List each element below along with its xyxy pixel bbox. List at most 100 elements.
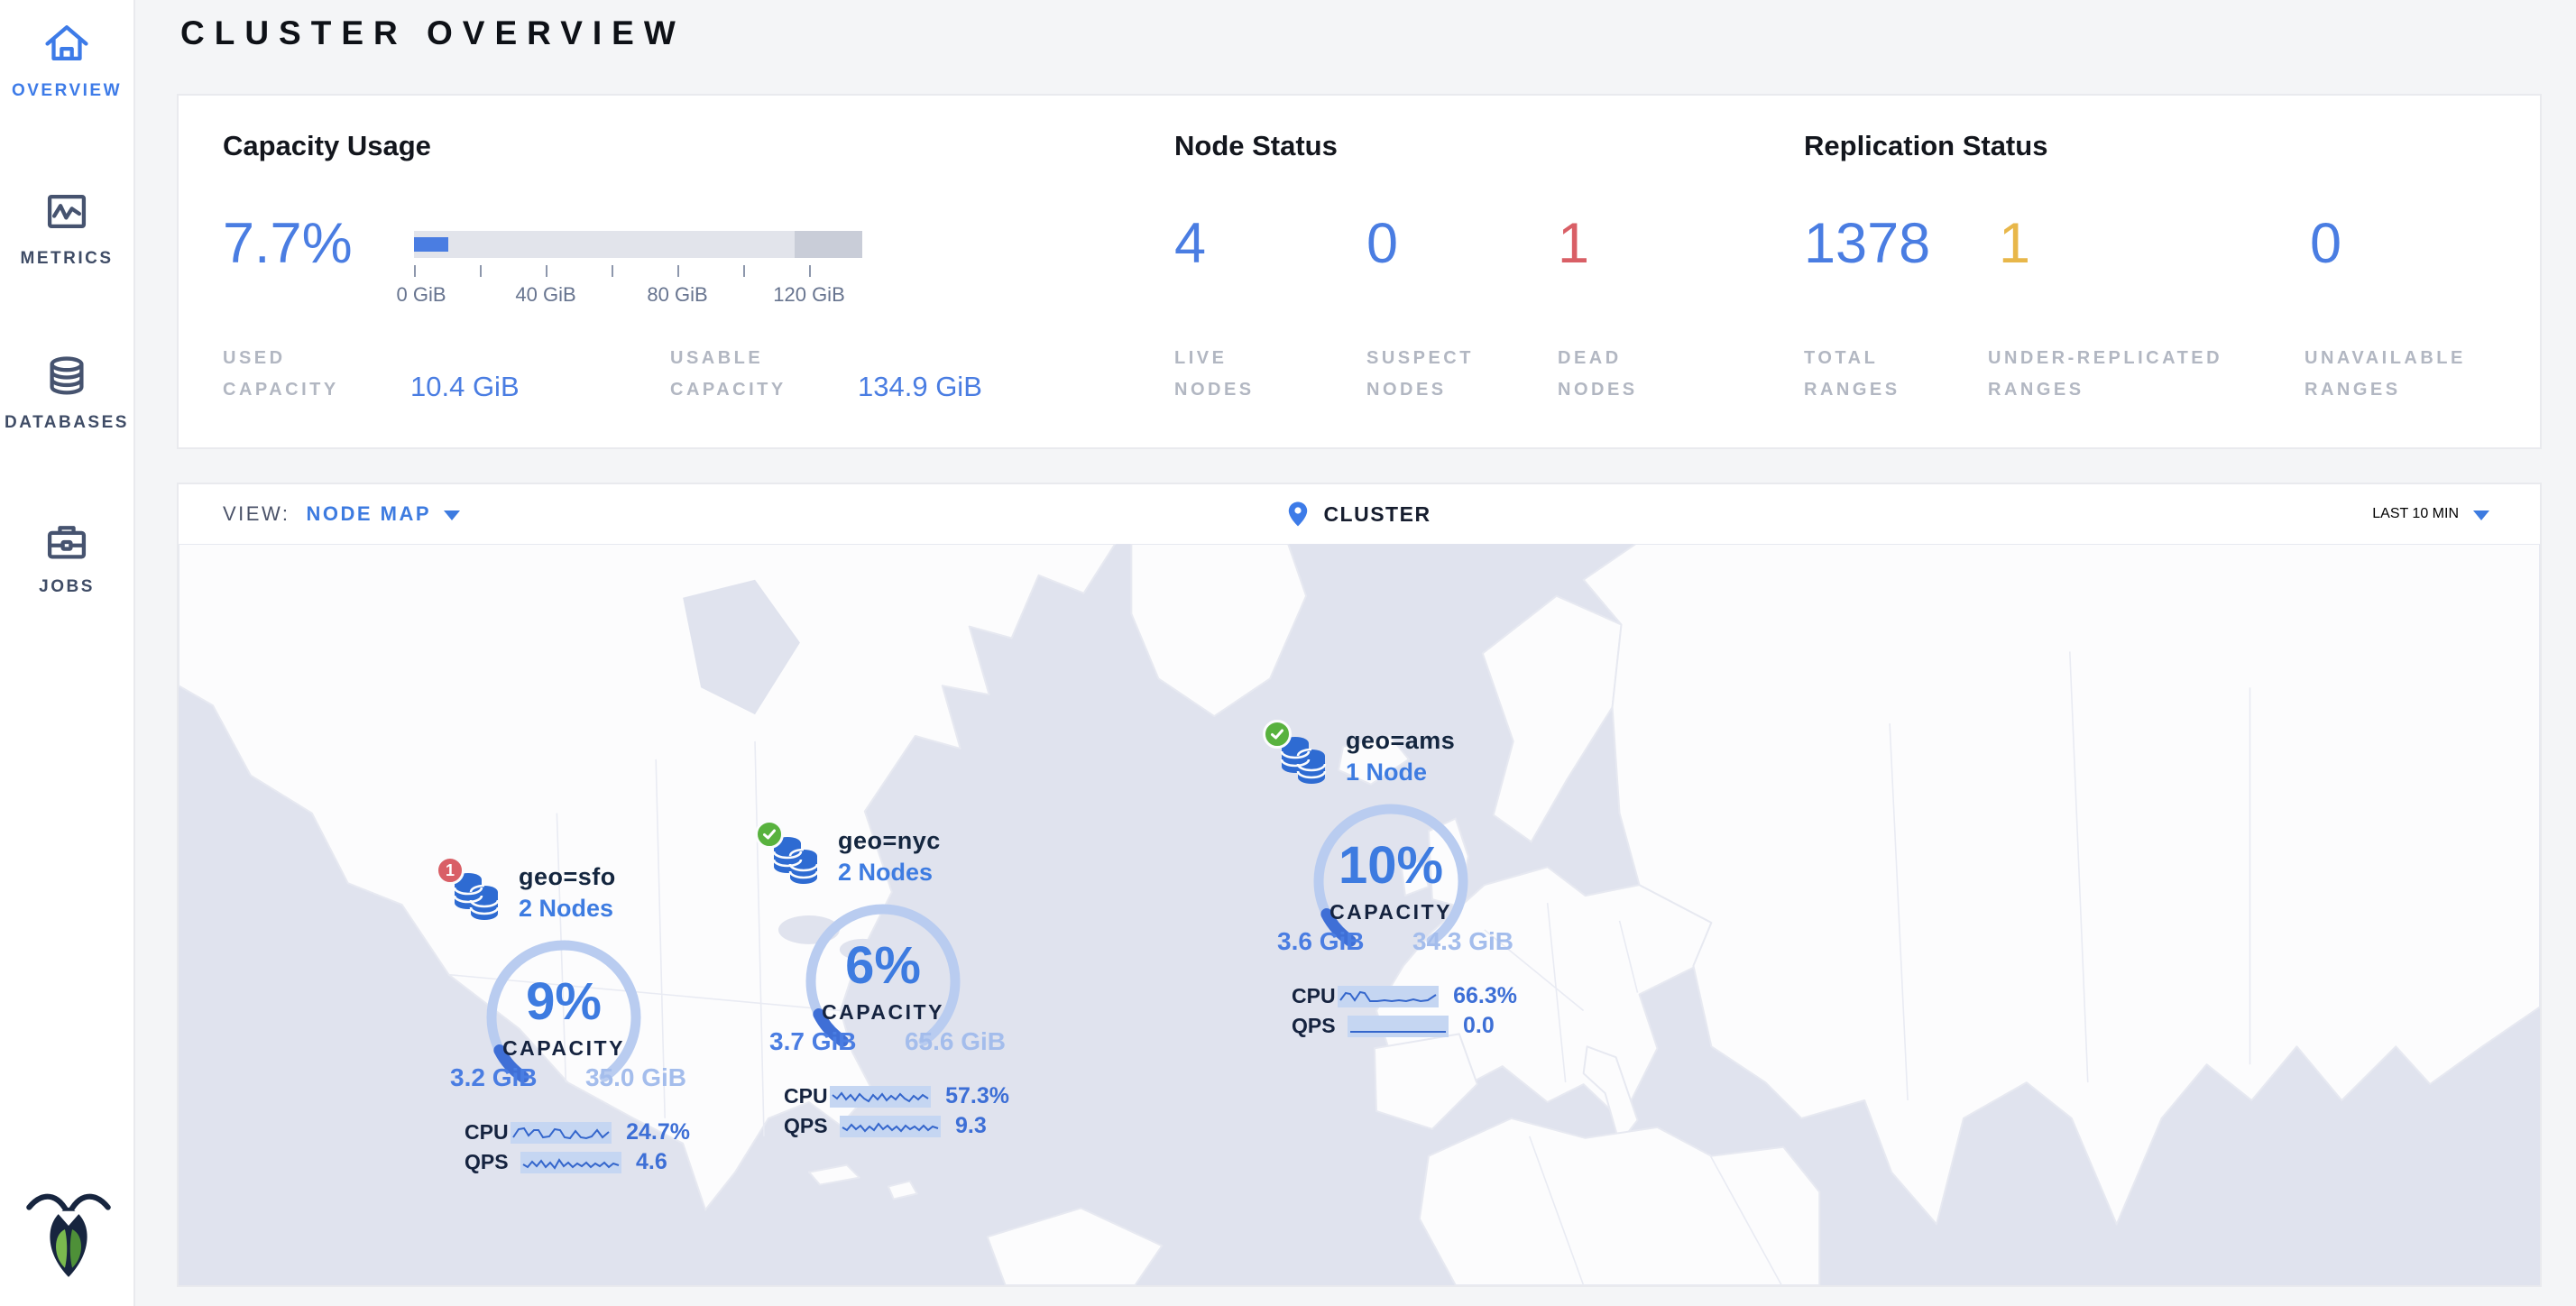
locality-nyc[interactable]: geo=nyc 2 Nodes 6% CAPACITY 3.7 GiB 65.6… (757, 831, 1009, 1141)
time-range-value: LAST 10 MIN (2372, 506, 2459, 522)
used-capacity-value: 10.4 GiB (410, 371, 520, 403)
capacity-gauge: 9% CAPACITY 3.2 GiB 35.0 GiB (437, 932, 690, 1108)
capacity-percent: 6% (757, 935, 1009, 996)
used-gib: 3.7 GiB (769, 1027, 856, 1056)
capacity-bar: 0 GiB 40 GiB 80 GiB 120 GiB (414, 231, 862, 307)
node-map-card: VIEW: NODE MAP CLUSTER LAST 10 MIN (177, 483, 2542, 1287)
used-gib: 3.2 GiB (450, 1063, 537, 1092)
cpu-sparkline (1338, 986, 1439, 1007)
dead-node-badge: 1 (436, 856, 465, 885)
tick-label: 80 GiB (647, 283, 707, 307)
total-gib: 34.3 GiB (1412, 927, 1513, 956)
qps-value: 9.3 (955, 1113, 987, 1139)
breadcrumb-cluster[interactable]: CLUSTER (1323, 502, 1431, 527)
suspect-nodes-label: SUSPECT NODES (1366, 343, 1511, 406)
capacity-axis-ticks (414, 265, 862, 278)
locality-node-count: 1 Node (1346, 759, 1455, 786)
sidebar-item-overview[interactable]: OVERVIEW (0, 20, 133, 101)
tick-label: 120 GiB (773, 283, 845, 307)
qps-value: 4.6 (636, 1149, 667, 1175)
location-pin-icon (1287, 501, 1309, 528)
locality-node-count: 2 Nodes (838, 859, 941, 887)
qps-sparkline (1348, 1016, 1449, 1037)
sidebar-item-label: JOBS (39, 577, 95, 597)
capacity-percent: 10% (1265, 835, 1517, 896)
capacity-bar-reserved (795, 231, 862, 258)
sidebar-item-label: OVERVIEW (12, 81, 122, 101)
database-icon (35, 352, 98, 404)
capacity-gauge: 10% CAPACITY 3.6 GiB 34.3 GiB (1265, 796, 1517, 972)
briefcase-icon (35, 516, 98, 568)
capacity-word: CAPACITY (757, 1000, 1009, 1025)
capacity-usage-title: Capacity Usage (223, 130, 431, 162)
cpu-label: CPU (1292, 984, 1338, 1008)
healthy-check-badge (1263, 720, 1292, 749)
cpu-sparkline (511, 1122, 612, 1144)
locality-ams[interactable]: geo=ams 1 Node 10% CAPACITY 3.6 GiB 34.3… (1265, 731, 1517, 1041)
capacity-used-percent: 7.7% (223, 211, 353, 276)
node-map: 1 geo=sfo 2 Node (179, 544, 2540, 1285)
cluster-summary-card: Capacity Usage 7.7% 0 GiB 40 GiB 80 GiB (177, 94, 2542, 449)
cpu-sparkline (830, 1086, 931, 1108)
locality-sfo[interactable]: 1 geo=sfo 2 Node (437, 867, 690, 1177)
cpu-value: 57.3% (945, 1083, 1009, 1109)
capacity-percent: 9% (437, 971, 690, 1032)
page-title: CLUSTER OVERVIEW (180, 14, 685, 52)
tick-label: 40 GiB (515, 283, 575, 307)
under-replicated-count: 1 (1999, 211, 2030, 276)
qps-label: QPS (1292, 1014, 1348, 1038)
locality-node-count: 2 Nodes (519, 895, 616, 923)
locality-name: geo=sfo (519, 863, 616, 891)
dead-nodes-count: 1 (1558, 211, 1589, 276)
sidebar-item-label: DATABASES (5, 413, 129, 433)
total-ranges-label: TOTAL RANGES (1804, 343, 1948, 406)
cpu-label: CPU (465, 1120, 511, 1145)
live-nodes-count: 4 (1174, 211, 1206, 276)
healthy-check-badge (755, 820, 784, 849)
used-capacity-label: USED CAPACITY (223, 343, 381, 406)
dead-nodes-label: DEAD NODES (1558, 343, 1693, 406)
total-ranges-count: 1378 (1804, 211, 1930, 276)
used-gib: 3.6 GiB (1277, 927, 1364, 956)
capacity-gauge: 6% CAPACITY 3.7 GiB 65.6 GiB (757, 896, 1009, 1072)
sidebar-item-label: METRICS (21, 249, 114, 269)
cpu-value: 24.7% (626, 1119, 690, 1145)
capacity-axis-labels: 0 GiB 40 GiB 80 GiB 120 GiB (414, 283, 862, 307)
qps-sparkline (520, 1152, 621, 1173)
suspect-nodes-count: 0 (1366, 211, 1398, 276)
capacity-bar-track (414, 231, 862, 258)
node-status-title: Node Status (1174, 130, 1338, 162)
live-nodes-label: LIVE NODES (1174, 343, 1310, 406)
replication-status-title: Replication Status (1804, 130, 2047, 162)
qps-value: 0.0 (1463, 1013, 1495, 1039)
qps-label: QPS (465, 1150, 520, 1174)
capacity-bar-fill (414, 237, 448, 252)
cpu-label: CPU (784, 1084, 830, 1108)
unavailable-ranges-label: UNAVAILABLE RANGES (2305, 343, 2557, 406)
sidebar-item-metrics[interactable]: METRICS (0, 188, 133, 269)
sidebar: OVERVIEW METRICS DATABASES JOBS (0, 0, 135, 1306)
cpu-value: 66.3% (1453, 983, 1517, 1009)
locality-name: geo=nyc (838, 827, 941, 855)
capacity-word: CAPACITY (1265, 900, 1517, 924)
unavailable-ranges-count: 0 (2310, 211, 2341, 276)
sidebar-item-databases[interactable]: DATABASES (0, 352, 133, 433)
sidebar-item-jobs[interactable]: JOBS (0, 516, 133, 597)
metrics-icon (35, 188, 98, 240)
usable-capacity-label: USABLE CAPACITY (670, 343, 833, 406)
replication-status-section: Replication Status 1378 1 0 TOTAL RANGES… (1804, 96, 2576, 447)
locality-name: geo=ams (1346, 727, 1455, 755)
usable-capacity-value: 134.9 GiB (858, 371, 982, 403)
total-gib: 35.0 GiB (585, 1063, 686, 1092)
cockroachdb-logo (16, 1173, 121, 1283)
map-toolbar: VIEW: NODE MAP CLUSTER LAST 10 MIN (179, 484, 2540, 544)
tick-label: 0 GiB (396, 283, 446, 307)
under-replicated-label: UNDER-REPLICATED RANGES (1988, 343, 2322, 406)
capacity-usage-section: Capacity Usage 7.7% 0 GiB 40 GiB 80 GiB (223, 96, 1125, 447)
qps-sparkline (840, 1116, 941, 1137)
time-range-dropdown[interactable]: LAST 10 MIN (2372, 506, 2489, 522)
capacity-word: CAPACITY (437, 1036, 690, 1061)
chevron-down-icon (2473, 510, 2489, 520)
home-icon (35, 20, 98, 72)
qps-label: QPS (784, 1114, 840, 1138)
